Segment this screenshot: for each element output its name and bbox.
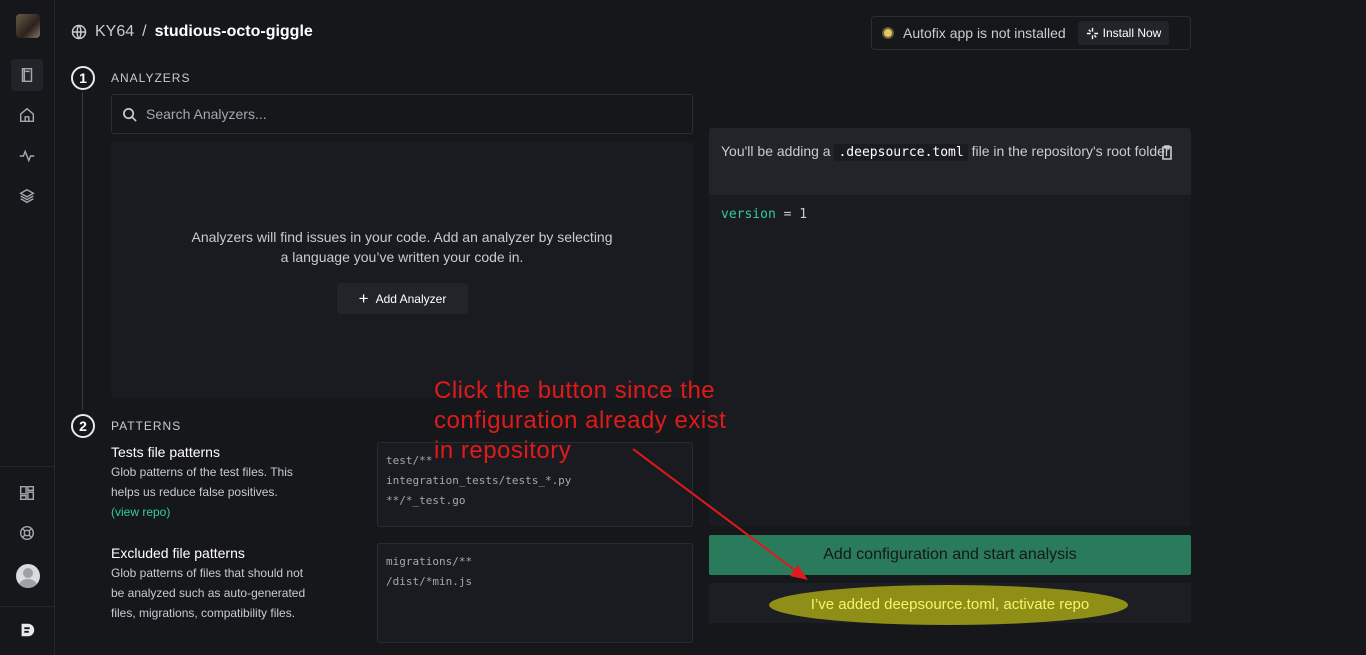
step-connector-line	[82, 92, 83, 410]
patterns-section-label: PATTERNS	[111, 419, 182, 433]
config-code-value: = 1	[775, 207, 808, 222]
breadcrumb-repo[interactable]: studious-octo-giggle	[155, 23, 313, 41]
activity-icon[interactable]	[11, 140, 43, 172]
repo-book-icon[interactable]	[11, 59, 43, 91]
activate-repo-label: I’ve added deepsource.toml, activate rep…	[810, 595, 1090, 613]
sidebar	[0, 0, 55, 655]
add-analyzer-label: Add Analyzer	[375, 291, 447, 306]
test-patterns-title: Tests file patterns	[111, 444, 220, 460]
search-analyzers-input[interactable]	[146, 106, 666, 122]
breadcrumb-owner[interactable]: KY64	[95, 23, 134, 41]
test-pattern-line: **/*_test.go	[386, 494, 466, 507]
clipboard-copy-icon[interactable]	[1159, 144, 1175, 160]
org-avatar[interactable]	[16, 14, 40, 38]
excluded-patterns-description: Glob patterns of files that should not b…	[111, 566, 306, 620]
config-preview-panel: You'll be adding a .deepsource.toml file…	[709, 128, 1191, 526]
sidebar-divider	[0, 466, 55, 467]
test-pattern-line: integration_tests/tests_*.py	[386, 474, 572, 487]
config-code-block: version = 1	[709, 195, 1191, 234]
analyzers-section-label: ANALYZERS	[111, 71, 191, 85]
home-icon[interactable]	[11, 99, 43, 131]
excluded-patterns-title: Excluded file patterns	[111, 545, 245, 561]
search-analyzers[interactable]	[111, 94, 693, 134]
config-header-suffix: file in the repository's root folder.	[971, 143, 1173, 159]
test-patterns-description-text: Glob patterns of the test files. This he…	[111, 465, 293, 499]
sparkle-icon	[1086, 27, 1098, 39]
user-avatar[interactable]	[16, 564, 40, 588]
install-now-label: Install Now	[1102, 26, 1162, 40]
config-code-key: version	[721, 207, 776, 222]
breadcrumb: KY64 / studious-octo-giggle	[71, 23, 313, 41]
annotation-text: Click the button since the configuration…	[434, 376, 726, 466]
excluded-pattern-line: /dist/*min.js	[386, 575, 473, 588]
autofix-status-text: Autofix app is not installed	[903, 25, 1066, 41]
sidebar-divider	[0, 606, 55, 607]
analyzers-empty-state: Analyzers will find issues in your code.…	[111, 142, 693, 398]
excluded-patterns-textarea[interactable]: migrations/** /dist/*min.js	[377, 543, 693, 643]
status-dot-icon	[882, 27, 894, 39]
step-1-indicator: 1	[71, 66, 95, 90]
add-analyzer-button[interactable]: + Add Analyzer	[337, 283, 468, 314]
dashboard-icon[interactable]	[11, 477, 43, 509]
search-icon	[123, 107, 137, 122]
autofix-status-banner: Autofix app is not installed Install Now	[871, 16, 1191, 50]
layers-icon[interactable]	[11, 180, 43, 212]
deepsource-logo-icon[interactable]	[11, 614, 43, 646]
breadcrumb-separator: /	[142, 23, 147, 40]
annotation-line: in repository	[434, 437, 572, 464]
excluded-pattern-line: migrations/**	[386, 555, 473, 568]
analyzers-empty-text: Analyzers will find issues in your code.…	[191, 229, 613, 265]
step-2-indicator: 2	[71, 414, 95, 438]
globe-icon	[71, 24, 87, 40]
plus-icon: +	[358, 289, 369, 308]
annotation-line: Click the button since the	[434, 377, 716, 404]
install-now-button[interactable]: Install Now	[1077, 21, 1170, 45]
config-filename: .deepsource.toml	[834, 144, 968, 161]
config-preview-header: You'll be adding a .deepsource.toml file…	[709, 128, 1191, 195]
help-lifebuoy-icon[interactable]	[11, 517, 43, 549]
config-header-prefix: You'll be adding a	[721, 143, 831, 159]
activate-repo-button[interactable]: I’ve added deepsource.toml, activate rep…	[709, 583, 1191, 625]
add-configuration-button[interactable]: Add configuration and start analysis	[709, 535, 1191, 575]
test-patterns-description: Glob patterns of the test files. This he…	[111, 462, 311, 522]
view-repo-link[interactable]: (view repo)	[111, 505, 170, 519]
annotation-line: configuration already exist	[434, 407, 727, 434]
